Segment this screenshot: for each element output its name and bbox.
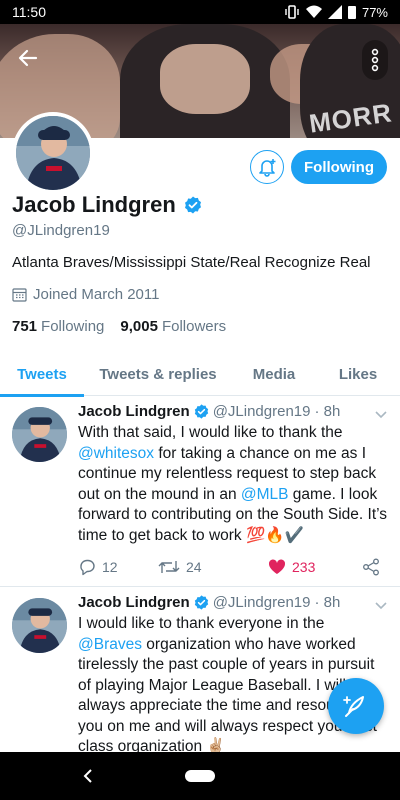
tweet-header: Jacob Lindgren @JLindgren19 · 8h <box>78 403 390 420</box>
tweet-actions: 12 24 233 <box>78 558 390 576</box>
chevron-down-icon <box>375 411 387 419</box>
tweet-text-part: I would like to thank everyone in the <box>78 615 325 632</box>
joined-text: Joined March 2011 <box>33 286 160 303</box>
follow-counts: 751 Following 9,005 Followers <box>12 318 226 335</box>
tweet-time: · 8h <box>314 594 341 611</box>
like-count: 233 <box>292 559 316 575</box>
verified-badge-icon <box>194 404 208 419</box>
status-bar: 11:50 77% <box>0 0 400 24</box>
tweet-author-name: Jacob Lindgren <box>78 594 190 611</box>
profile-joined: Joined March 2011 <box>12 286 159 303</box>
signal-icon <box>327 5 342 19</box>
battery-level: 77% <box>361 4 388 20</box>
share-icon <box>363 558 379 576</box>
followers-label: Followers <box>161 318 227 335</box>
tweet-item[interactable]: Jacob Lindgren @JLindgren19 · 8h With th… <box>0 397 400 587</box>
vibrate-icon <box>285 5 299 19</box>
tab-media[interactable]: Media <box>232 352 316 396</box>
tweet-author-handle: @JLindgren19 <box>212 594 311 611</box>
reply-icon <box>80 559 95 576</box>
wifi-icon <box>305 5 322 18</box>
tweet-avatar-image <box>12 598 67 653</box>
tweet-text-part: With that said, I would like to thank th… <box>78 424 343 441</box>
tweet-body: Jacob Lindgren @JLindgren19 · 8h With th… <box>78 403 390 576</box>
system-home-button[interactable] <box>185 770 215 782</box>
tweet-author-handle: @JLindgren19 <box>212 403 311 420</box>
more-vertical-icon <box>371 48 379 72</box>
profile-avatar[interactable] <box>12 112 94 194</box>
retweet-button[interactable]: 24 <box>158 559 268 575</box>
like-button[interactable]: 233 <box>268 559 362 575</box>
following-count: 751 <box>12 318 38 335</box>
tweet-time: · 8h <box>314 403 341 420</box>
back-button[interactable] <box>8 38 48 78</box>
followers-count-link[interactable]: 9,005 Followers <box>120 318 226 335</box>
retweet-icon <box>158 561 180 573</box>
system-nav-bar <box>0 752 400 800</box>
retweet-count: 24 <box>186 559 202 575</box>
mention-link[interactable]: @Braves <box>78 636 142 653</box>
arrow-left-icon <box>18 49 38 67</box>
tweet-text: With that said, I would like to thank th… <box>78 423 390 546</box>
status-time: 11:50 <box>12 4 46 20</box>
tab-likes[interactable]: Likes <box>316 352 400 396</box>
calendar-icon <box>12 288 27 302</box>
chevron-down-icon <box>375 602 387 610</box>
reply-count: 12 <box>102 559 118 575</box>
following-button[interactable]: Following <box>291 150 387 184</box>
profile-name: Jacob Lindgren <box>12 192 176 217</box>
bell-plus-icon <box>259 159 276 177</box>
chevron-left-icon <box>83 769 92 783</box>
tweet-avatar[interactable] <box>12 407 67 462</box>
profile-bio: Atlanta Braves/Mississippi State/Real Re… <box>12 254 371 271</box>
followers-count: 9,005 <box>120 318 158 335</box>
heart-icon <box>268 559 286 574</box>
profile-tabs: Tweets Tweets & replies Media Likes <box>0 352 400 397</box>
following-label: Following <box>41 318 105 335</box>
verified-badge-icon <box>184 196 201 214</box>
avatar-image <box>16 116 90 190</box>
tweet-avatar-image <box>12 407 67 462</box>
following-count-link[interactable]: 751 Following <box>12 318 104 335</box>
tweet-text-part: on me and will always respect your first… <box>78 717 377 753</box>
status-icons: 77% <box>284 5 388 20</box>
share-button[interactable] <box>362 558 380 576</box>
tweet-author-name: Jacob Lindgren <box>78 403 190 420</box>
mention-link[interactable]: @whitesox <box>78 445 154 462</box>
notifications-bell-button[interactable] <box>250 150 284 184</box>
profile-handle: @JLindgren19 <box>12 222 110 239</box>
compose-feather-icon <box>343 696 364 717</box>
more-options-button[interactable] <box>362 40 388 80</box>
tweet-avatar[interactable] <box>12 598 67 653</box>
tweet-menu-button[interactable] <box>374 598 388 615</box>
reply-button[interactable]: 12 <box>78 558 158 576</box>
system-back-button[interactable] <box>78 766 98 786</box>
tab-tweets-replies[interactable]: Tweets & replies <box>84 352 232 396</box>
tab-tweets[interactable]: Tweets <box>0 352 84 397</box>
battery-icon <box>347 6 356 19</box>
mention-link[interactable]: @MLB <box>241 486 289 503</box>
tweet-header: Jacob Lindgren @JLindgren19 · 8h <box>78 594 390 611</box>
compose-tweet-button[interactable] <box>328 678 384 734</box>
tweet-menu-button[interactable] <box>374 407 388 424</box>
verified-badge-icon <box>194 595 208 610</box>
profile-name-row: Jacob Lindgren <box>12 192 202 218</box>
